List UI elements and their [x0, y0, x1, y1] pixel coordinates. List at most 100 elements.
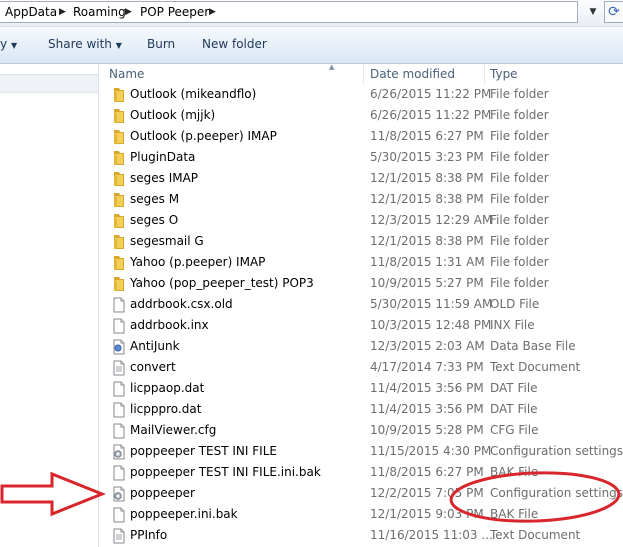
file-name: seges M [130, 192, 180, 206]
burn-button[interactable]: Burn [147, 37, 175, 51]
file-row[interactable]: seges IMAP 12/1/2015 8:38 PM File folder [100, 168, 623, 189]
breadcrumb[interactable]: AppData ▶ Roaming ▶ POP Peeper ▶ [0, 1, 578, 23]
file-name: segesmail G [130, 234, 204, 248]
file-date-modified: 5/30/2015 3:23 PM [370, 150, 484, 164]
file-row[interactable]: PPInfo 11/16/2015 11:03 ... Text Document [100, 525, 623, 546]
new-folder-button[interactable]: New folder [202, 37, 267, 51]
file-row[interactable]: licppaop.dat 11/4/2015 3:56 PM DAT File [100, 378, 623, 399]
settings-file-icon [111, 486, 127, 502]
file-date-modified: 12/3/2015 12:29 AM [370, 213, 493, 227]
navigation-pane[interactable] [0, 64, 99, 547]
file-name: Outlook (mikeandflo) [130, 87, 257, 101]
file-type: BAK File [490, 465, 539, 479]
file-type: File folder [490, 192, 549, 206]
file-type: DAT File [490, 381, 538, 395]
file-date-modified: 4/17/2014 7:33 PM [370, 360, 484, 374]
chevron-down-icon: ▼ [115, 41, 122, 50]
navigation-selected-item[interactable] [0, 74, 98, 93]
file-row[interactable]: addrbook.csx.old 5/30/2015 11:59 AM OLD Fi… [100, 294, 623, 315]
file-type: Data Base File [490, 339, 576, 353]
file-name: seges IMAP [130, 171, 199, 185]
file-date-modified: 5/30/2015 11:59 AM [370, 297, 493, 311]
file-icon [111, 465, 127, 481]
column-header-date-modified[interactable]: Date modified [370, 64, 455, 84]
file-type: File folder [490, 129, 549, 143]
file-type: CFG File [490, 423, 539, 437]
file-row[interactable]: Outlook (mjjk) 6/26/2015 11:22 PM File fol… [100, 105, 623, 126]
chevron-down-icon: ▼ [10, 41, 18, 50]
file-icon [111, 381, 127, 397]
chevron-right-icon[interactable]: ▶ [125, 7, 132, 17]
file-row[interactable]: seges O 12/3/2015 12:29 AM File folder [100, 210, 623, 231]
file-row[interactable]: licpppro.dat 11/4/2015 3:56 PM DAT File [100, 399, 623, 420]
share-with-button[interactable]: Share with ▼ [48, 37, 122, 51]
file-icon [111, 318, 127, 334]
file-row[interactable]: poppeeper 12/2/2015 7:05 PM Configuration … [100, 483, 623, 504]
file-name: Yahoo (pop_peeper_test) POP3 [130, 276, 314, 290]
breadcrumb-pop-peeper[interactable]: POP Peeper [140, 5, 209, 19]
database-file-icon [111, 339, 127, 355]
file-name: poppeeper.ini.bak [130, 507, 238, 521]
file-date-modified: 11/4/2015 3:56 PM [370, 402, 484, 416]
file-row[interactable]: Yahoo (p.peeper) IMAP 11/8/2015 1:31 AM Fi… [100, 252, 623, 273]
file-row[interactable]: poppeeper.ini.bak 12/1/2015 9:03 PM BAK Fi… [100, 504, 623, 525]
file-type: File folder [490, 255, 549, 269]
file-row[interactable]: poppeeper TEST INI FILE 11/15/2015 4:30 P… [100, 441, 623, 462]
file-date-modified: 6/26/2015 11:22 PM [370, 87, 492, 101]
file-type: File folder [490, 108, 549, 122]
text-file-icon [111, 528, 127, 544]
file-type: File folder [490, 213, 549, 227]
file-type: File folder [490, 276, 549, 290]
address-bar: AppData ▶ Roaming ▶ POP Peeper ▶ ▼ ⟳ [0, 0, 623, 27]
file-row[interactable]: Yahoo (pop_peeper_test) POP3 10/9/2015 5:… [100, 273, 623, 294]
file-date-modified: 12/3/2015 2:03 AM [370, 339, 485, 353]
file-row[interactable]: convert 4/17/2014 7:33 PM Text Document [100, 357, 623, 378]
file-row[interactable]: AntiJunk 12/3/2015 2:03 AM Data Base File [100, 336, 623, 357]
file-name: PluginData [130, 150, 196, 164]
column-header-name[interactable]: Name [109, 64, 144, 84]
column-header-type[interactable]: Type [490, 64, 518, 84]
file-type: Configuration settings [490, 486, 623, 500]
file-row[interactable]: seges M 12/1/2015 8:38 PM File folder [100, 189, 623, 210]
share-with-label: Share with [48, 37, 112, 51]
file-row[interactable]: poppeeper TEST INI FILE.ini.bak 11/8/2015… [100, 462, 623, 483]
file-type: File folder [490, 234, 549, 248]
chevron-right-icon[interactable]: ▶ [209, 7, 216, 17]
file-row[interactable]: addrbook.inx 10/3/2015 12:48 PM INX File [100, 315, 623, 336]
organize-label: y [0, 37, 8, 51]
file-type: BAK File [490, 507, 539, 521]
file-row[interactable]: PluginData 5/30/2015 3:23 PM File folder [100, 147, 623, 168]
folder-icon [111, 108, 127, 124]
chevron-right-icon[interactable]: ▶ [59, 7, 66, 17]
file-date-modified: 11/8/2015 1:31 AM [370, 255, 485, 269]
breadcrumb-appdata[interactable]: AppData [5, 5, 57, 19]
file-name: addrbook.csx.old [130, 297, 233, 311]
text-file-icon [111, 360, 127, 376]
file-row[interactable]: MailViewer.cfg 10/9/2015 5:28 PM CFG File [100, 420, 623, 441]
column-divider[interactable] [484, 64, 485, 84]
file-row[interactable]: Outlook (p.peeper) IMAP 11/8/2015 6:27 PM… [100, 126, 623, 147]
refresh-icon[interactable]: ⟳ [604, 1, 623, 23]
file-row[interactable]: segesmail G 12/1/2015 8:38 PM File folder [100, 231, 623, 252]
breadcrumb-roaming[interactable]: Roaming [73, 5, 126, 19]
file-type: Configuration settings [490, 444, 623, 458]
folder-icon [111, 255, 127, 271]
file-icon [111, 402, 127, 418]
organize-button[interactable]: y ▼ [0, 37, 17, 51]
folder-icon [111, 192, 127, 208]
address-history-dropdown-icon[interactable]: ▼ [585, 1, 601, 23]
column-divider[interactable] [363, 64, 364, 84]
folder-icon [111, 129, 127, 145]
file-name: poppeeper TEST INI FILE [130, 444, 277, 458]
file-date-modified: 6/26/2015 11:22 PM [370, 108, 492, 122]
file-name: seges O [130, 213, 179, 227]
file-date-modified: 12/1/2015 8:38 PM [370, 234, 484, 248]
folder-icon [111, 150, 127, 166]
folder-icon [111, 234, 127, 250]
file-type: INX File [490, 318, 535, 332]
file-type: File folder [490, 171, 549, 185]
file-row[interactable]: Outlook (mikeandflo) 6/26/2015 11:22 PM Fi… [100, 84, 623, 105]
file-list: Outlook (mikeandflo) 6/26/2015 11:22 PM Fi… [100, 84, 623, 547]
folder-icon [111, 171, 127, 187]
settings-file-icon [111, 444, 127, 460]
